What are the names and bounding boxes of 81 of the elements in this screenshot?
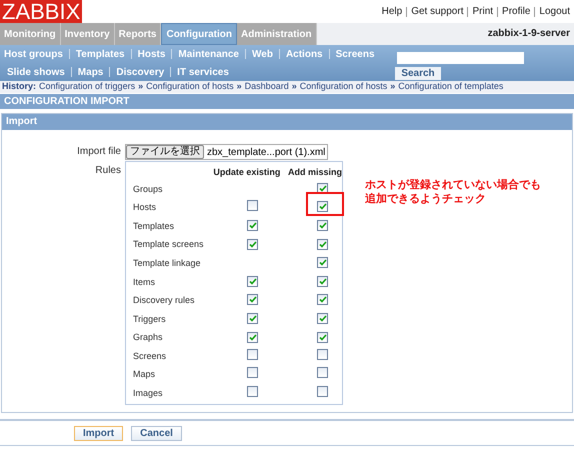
checkbox[interactable] <box>317 367 328 378</box>
checkbox[interactable] <box>317 220 328 231</box>
sub-menu-link[interactable]: Actions <box>286 46 323 62</box>
rule-name: Images <box>133 387 164 400</box>
form-button[interactable]: Cancel <box>131 426 182 441</box>
top-link[interactable]: Help <box>382 4 402 19</box>
rule-name: Hosts <box>133 201 158 214</box>
sub-menu-link[interactable]: Templates <box>76 46 125 62</box>
sub-menu-link[interactable]: Maps <box>78 64 104 80</box>
history-link[interactable]: Configuration of hosts <box>146 80 234 94</box>
main-tab[interactable]: Inventory <box>60 23 115 45</box>
checkbox[interactable] <box>317 348 328 360</box>
sub-menu-link[interactable]: Web <box>252 46 273 62</box>
sub-menu-link[interactable]: IT services <box>177 64 229 80</box>
checkbox[interactable] <box>247 220 258 231</box>
sub-menu-link[interactable]: Screens <box>336 46 375 62</box>
checkbox[interactable] <box>247 200 258 211</box>
server-name: zabbix-1-9-server <box>488 27 571 41</box>
checkbox[interactable] <box>247 367 258 378</box>
checkbox[interactable] <box>247 332 258 343</box>
history-link[interactable]: Configuration of triggers <box>39 80 136 94</box>
page-title: CONFIGURATION IMPORT <box>0 94 574 109</box>
top-link[interactable]: Get support <box>411 4 464 19</box>
breadcrumb-separator-icon: » <box>236 80 242 94</box>
choose-file-button[interactable]: ファイルを選択 <box>126 145 204 159</box>
rule-name: Graphs <box>133 331 164 344</box>
highlight-box <box>306 192 344 216</box>
breadcrumb-separator-icon: » <box>292 80 297 94</box>
sub-menu-link[interactable]: Host groups <box>4 46 63 62</box>
top-link[interactable]: Logout <box>539 4 570 19</box>
rule-name: Items <box>133 276 156 289</box>
history-link[interactable]: Dashboard <box>244 80 289 94</box>
checkbox[interactable] <box>317 201 328 212</box>
sub-menu-link[interactable]: Maintenance <box>178 46 239 62</box>
rule-name: Discovery rules <box>133 294 196 308</box>
checkbox[interactable] <box>317 182 328 194</box>
checkbox[interactable] <box>247 294 258 306</box>
rules-label: Rules <box>94 164 122 178</box>
annotation-text: ホストが登録されていない場合でも 追加できるようチェック <box>365 178 541 207</box>
import-file-label: Import file <box>76 145 122 159</box>
checkbox[interactable] <box>317 332 328 343</box>
logo: ZABBIX <box>0 0 82 23</box>
checkbox[interactable] <box>317 238 328 250</box>
history-link[interactable]: Configuration of templates <box>398 80 504 94</box>
checkbox[interactable] <box>317 312 328 324</box>
search-field[interactable] <box>397 52 524 64</box>
checkbox[interactable] <box>317 386 328 397</box>
column-header: Add missing <box>288 166 342 179</box>
form-title: Import <box>2 114 572 130</box>
main-tab[interactable]: Reports <box>114 23 162 45</box>
checkbox[interactable] <box>317 257 328 268</box>
breadcrumb-separator-icon: » <box>390 80 396 94</box>
checkbox[interactable] <box>247 238 258 250</box>
rule-name: Templates <box>133 220 176 233</box>
main-tab[interactable]: Monitoring <box>0 23 61 45</box>
main-tab[interactable]: Administration <box>237 23 317 45</box>
history-label: History: <box>2 80 36 94</box>
checkbox[interactable] <box>317 276 328 287</box>
history-link[interactable]: Configuration of hosts <box>300 80 388 94</box>
checkbox[interactable] <box>247 276 258 287</box>
rule-name: Template screens <box>133 238 205 252</box>
checkbox[interactable] <box>247 312 258 324</box>
search-button[interactable]: Search <box>395 67 441 80</box>
rule-name: Triggers <box>133 312 167 326</box>
main-tab[interactable]: Configuration <box>161 23 238 45</box>
sub-menu-link[interactable]: Hosts <box>138 46 166 62</box>
top-link[interactable]: Profile <box>502 4 530 19</box>
sub-menu-link[interactable]: Discovery <box>116 64 164 80</box>
form-button[interactable]: Import <box>74 426 124 441</box>
file-name: zbx_template...port (1).xml <box>207 146 326 160</box>
rule-name: Maps <box>133 368 156 382</box>
rule-name: Groups <box>133 182 164 196</box>
checkbox[interactable] <box>247 386 258 397</box>
rule-name: Screens <box>133 350 168 363</box>
breadcrumb-separator-icon: » <box>138 80 144 94</box>
column-header: Update existing <box>213 166 282 179</box>
rule-name: Template linkage <box>133 256 202 270</box>
checkbox[interactable] <box>247 348 258 360</box>
top-link[interactable]: Print <box>472 4 494 19</box>
sub-menu-link[interactable]: Slide shows <box>7 64 65 80</box>
checkbox[interactable] <box>317 294 328 306</box>
